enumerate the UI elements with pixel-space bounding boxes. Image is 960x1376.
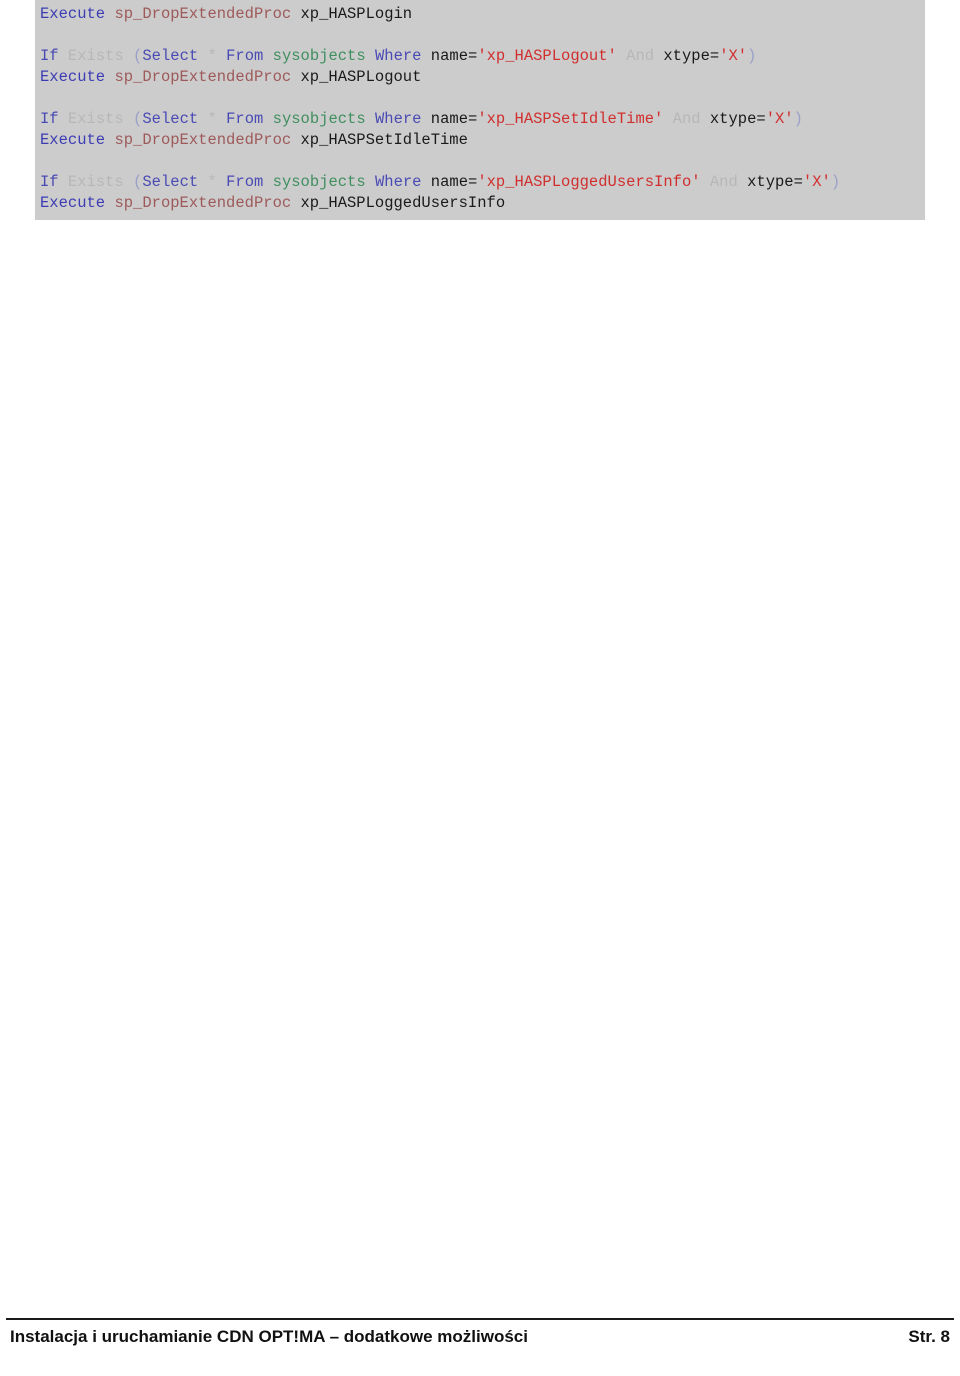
code-token-kw: Select [142,47,199,65]
code-token-dim: And [626,47,655,65]
code-token-str: 'X' [719,47,748,65]
code-token-str: 'xp_HASPSetIdleTime' [477,110,664,128]
code-token-paren: ) [830,173,841,191]
code-line: If Exists (Select * From sysobjects Wher… [35,172,925,193]
code-token-str: 'X' [765,110,794,128]
code-token-str: 'xp_HASPLogout' [477,47,617,65]
code-token-plain: name= [430,173,478,191]
sql-code-block: Execute sp_DropExtendedProc xp_HASPLogin… [35,0,925,220]
code-token-dim: Exists [67,47,124,65]
code-line: If Exists (Select * From sysobjects Wher… [35,46,925,67]
code-token-kw: From [226,47,264,65]
footer-page-number: Str. 8 [908,1327,950,1346]
code-token-exec: Execute [40,68,106,86]
code-token-kw: Select [142,173,199,191]
code-line: Execute sp_DropExtendedProc xp_HASPLogou… [35,67,925,88]
code-token-plain: xtype= [747,173,803,191]
code-token-kw: From [226,173,264,191]
code-token-dim: * [207,47,217,65]
code-token-plain: xp_HASPLoggedUsersInfo [300,194,506,212]
code-token-table: sysobjects [272,173,366,191]
code-token-exec: Execute [40,194,106,212]
code-token-kw: If [40,47,59,65]
code-token-plain: name= [430,110,478,128]
code-token-paren: ) [793,110,803,128]
code-token-exec: Execute [40,131,106,149]
page-footer: Instalacja i uruchamianie CDN OPT!MA – d… [0,1318,960,1376]
code-token-kw: Where [374,110,422,128]
code-token-proc: sp_DropExtendedProc [114,5,292,23]
code-line: Execute sp_DropExtendedProc xp_HASPLogin [35,4,925,25]
code-token-table: sysobjects [272,110,366,128]
footer-row: Instalacja i uruchamianie CDN OPT!MA – d… [6,1320,954,1354]
code-line: Execute sp_DropExtendedProc xp_HASPSetId… [35,130,925,151]
code-token-plain: xp_HASPLogin [300,5,413,23]
code-token-str: 'X' [802,173,831,191]
code-token-proc: sp_DropExtendedProc [114,131,292,149]
code-token-dim: * [207,110,217,128]
code-token-paren: ( [133,47,143,65]
code-token-dim: * [207,173,217,191]
code-line-list: Execute sp_DropExtendedProc xp_HASPLogin… [35,4,925,214]
code-token-table: sysobjects [272,47,366,65]
code-token-proc: sp_DropExtendedProc [114,194,292,212]
code-token-plain: xtype= [663,47,720,65]
code-token-dim: And [709,173,738,191]
code-token-plain: xp_HASPSetIdleTime [300,131,468,149]
code-token-exec: Execute [40,5,106,23]
code-line: Execute sp_DropExtendedProc xp_HASPLogge… [35,193,925,214]
code-token-dim: Exists [67,110,124,128]
code-token-proc: sp_DropExtendedProc [114,68,292,86]
code-token-plain: xtype= [709,110,766,128]
code-token-kw: Where [374,173,422,191]
code-token-kw: If [40,173,59,191]
code-token-kw: From [226,110,264,128]
footer-title: Instalacja i uruchamianie CDN OPT!MA – d… [10,1327,528,1346]
code-token-plain: name= [430,47,478,65]
code-token-kw: Select [142,110,199,128]
code-token-plain: xp_HASPLogout [300,68,422,86]
code-token-kw: Where [374,47,422,65]
code-token-paren: ) [747,47,757,65]
code-token-str: 'xp_HASPLoggedUsersInfo' [477,173,701,191]
code-token-kw: If [40,110,59,128]
code-line: If Exists (Select * From sysobjects Wher… [35,109,925,130]
code-token-dim: Exists [67,173,124,191]
code-token-paren: ( [133,173,143,191]
code-token-paren: ( [133,110,143,128]
code-token-dim: And [672,110,701,128]
